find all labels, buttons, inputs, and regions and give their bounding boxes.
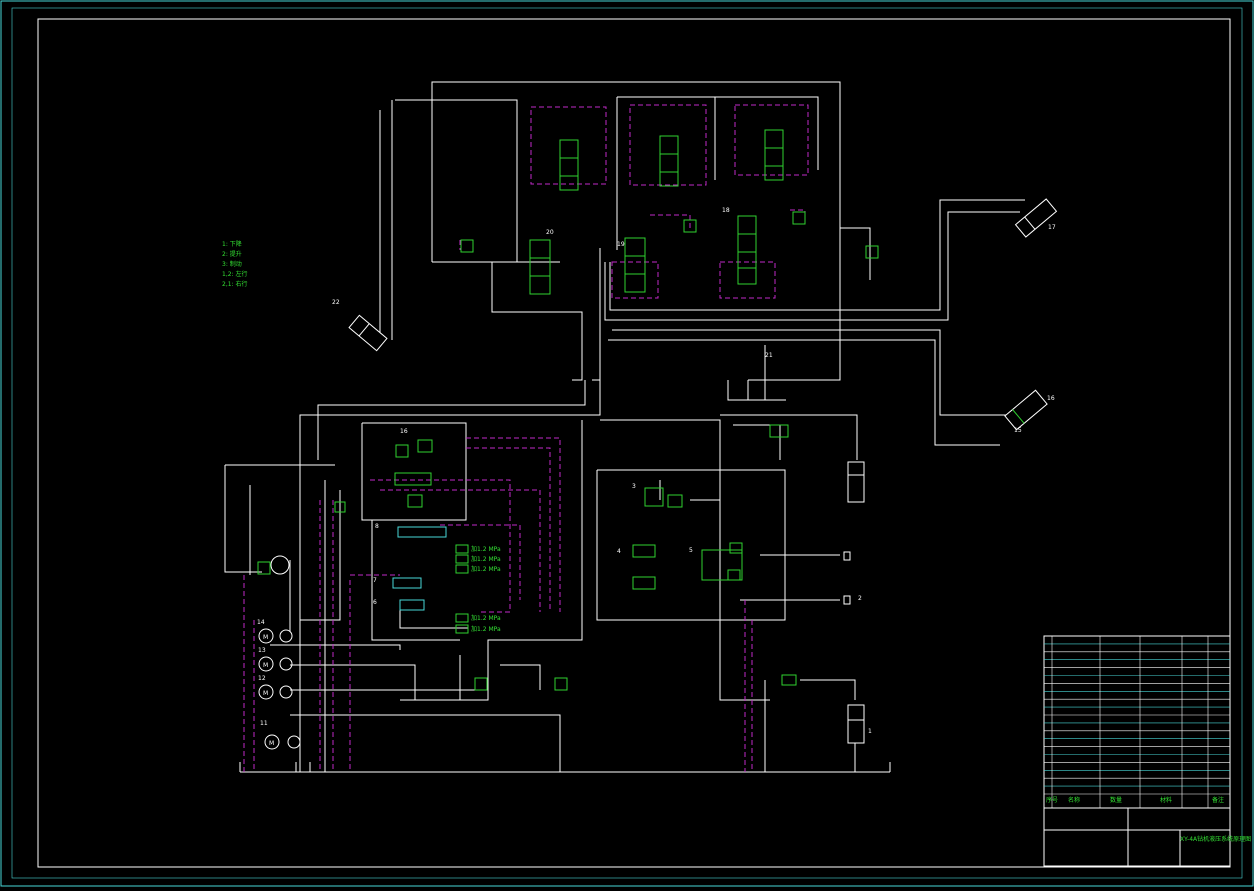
- header-qty: 数量: [1110, 796, 1122, 804]
- gauge-label-2: 加1.2 MPa: [471, 555, 501, 563]
- gauge-label-4: 加1.2 MPa: [471, 614, 501, 622]
- inner-frame: [37, 18, 1231, 868]
- gauge-labels: 加1.2 MPa 加1.2 MPa 加1.2 MPa 加1.2 MPa 加1.2…: [471, 545, 501, 633]
- gauge-label-5: 加1.2 MPa: [471, 625, 501, 633]
- header-no: 序号: [1046, 796, 1058, 804]
- drawing-canvas: 1: 下降 2: 提升 3: 制动 1,2: 左行 2,1: 右行 M M M …: [0, 0, 1254, 887]
- component-labels: 1 2 3 4 5 6 7 8 11 12 13 14 15 16 17 18 …: [257, 207, 1056, 735]
- label-12: 12: [258, 675, 266, 682]
- label-7: 7: [373, 577, 377, 584]
- label-18: 18: [722, 207, 730, 214]
- label-14: 14: [257, 619, 265, 626]
- svg-text:M: M: [263, 690, 268, 697]
- legend-2: 2: 提升: [222, 250, 242, 258]
- gauge-label-3: 加1.2 MPa: [471, 565, 501, 573]
- label-2: 2: [858, 595, 862, 602]
- svg-text:M: M: [263, 634, 268, 641]
- header-name: 名称: [1068, 796, 1080, 804]
- label-20: 20: [546, 229, 554, 236]
- cylinders: [348, 198, 1058, 744]
- label-21: 21: [765, 352, 773, 359]
- label-15: 15: [1014, 427, 1022, 434]
- legend: 1: 下降 2: 提升 3: 制动 1,2: 左行 2,1: 右行: [222, 240, 248, 288]
- label-8: 8: [375, 523, 379, 530]
- legend-5: 2,1: 右行: [222, 280, 248, 288]
- svg-text:M: M: [269, 740, 274, 747]
- label-19: 19: [617, 241, 625, 248]
- outer-frame: [0, 0, 1254, 887]
- gauge-label-1: 加1.2 MPa: [471, 545, 501, 553]
- legend-1: 1: 下降: [222, 240, 242, 248]
- label-5: 5: [689, 547, 693, 554]
- label-22: 22: [332, 299, 340, 306]
- label-17: 17: [1048, 224, 1056, 231]
- svg-text:M: M: [263, 662, 268, 669]
- label-3: 3: [632, 483, 636, 490]
- svg-text:16: 16: [400, 428, 408, 435]
- pipe-network: [224, 81, 1025, 773]
- title-block: XY-4A钻机液压系统原理图 序号 名称 数量 材料 备注: [1043, 635, 1251, 867]
- label-13: 13: [258, 647, 266, 654]
- label-1: 1: [868, 728, 872, 735]
- legend-4: 1,2: 左行: [222, 270, 248, 278]
- label-11: 11: [260, 720, 268, 727]
- drawing-title: XY-4A钻机液压系统原理图: [1180, 835, 1251, 843]
- hydraulic-schematic: 1: 下降 2: 提升 3: 制动 1,2: 左行 2,1: 右行 MMMM 1…: [0, 0, 1254, 887]
- header-remark: 备注: [1212, 796, 1224, 804]
- legend-3: 3: 制动: [222, 260, 242, 268]
- border-line: [11, 7, 1243, 879]
- pilot-lines: [243, 104, 809, 772]
- header-material: 材料: [1160, 796, 1172, 804]
- label-16: 16: [1047, 395, 1055, 402]
- label-4: 4: [617, 548, 621, 555]
- label-6: 6: [373, 599, 377, 606]
